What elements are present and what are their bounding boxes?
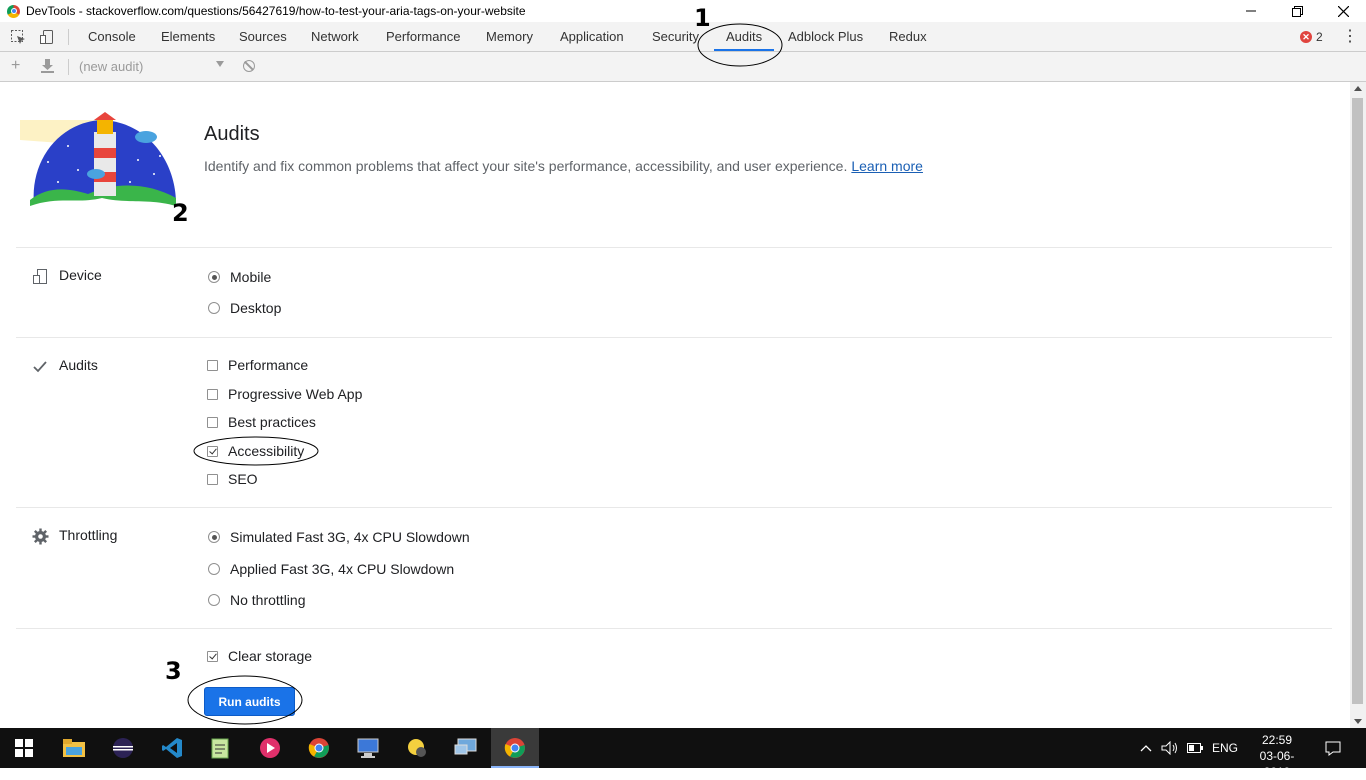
eclipse-icon [113,738,133,758]
close-icon [1337,5,1349,17]
taskbar-chrome[interactable] [295,728,343,768]
tab-memory[interactable]: Memory [486,22,533,51]
download-report-icon[interactable] [41,59,54,77]
tab-performance[interactable]: Performance [386,22,460,51]
taskbar-chrome-active[interactable] [491,728,539,768]
vscode-icon [162,738,182,758]
scroll-up-icon[interactable] [1354,86,1362,91]
error-count-badge[interactable]: ✕ 2 [1300,30,1323,44]
vertical-scrollbar[interactable] [1350,82,1366,728]
windows-taskbar: ENG 22:59 03-06-2019 [0,728,1366,779]
action-center-button[interactable] [1325,728,1341,768]
folder-icon [63,739,85,757]
chrome-icon [7,4,20,18]
run-button-annotation-circle [187,675,303,725]
more-options-icon[interactable]: ⋮ [1342,28,1358,46]
error-count: 2 [1316,30,1323,44]
taskbar-network-app[interactable] [344,728,392,768]
minimize-button[interactable] [1228,0,1274,22]
tab-console[interactable]: Console [88,22,136,51]
window-titlebar: DevTools - stackoverflow.com/questions/5… [0,0,1366,22]
annotation-number: 1 [694,4,711,32]
clock-date: 03-06-2019 [1259,749,1295,779]
annotation-overlay [187,436,319,725]
chevron-down-icon[interactable] [216,61,224,67]
tab-application[interactable]: Application [560,22,624,51]
tab-network[interactable]: Network [311,22,359,51]
toolbar-separator [68,29,69,45]
inspect-element-icon[interactable] [10,29,26,45]
taskbar-file-explorer[interactable] [50,728,98,768]
show-hidden-icons-button[interactable] [1140,728,1152,768]
taskbar-remote-app[interactable] [442,728,490,768]
scrollbar-thumb[interactable] [1352,98,1363,704]
error-icon: ✕ [1300,31,1312,43]
battery-icon [1187,743,1203,753]
restore-button[interactable] [1274,0,1320,22]
devtools-tabbar: Console Elements Sources Network Perform… [0,22,1366,52]
window-title: DevTools - stackoverflow.com/questions/5… [26,4,526,18]
annotation-number: 3 [165,657,182,685]
start-button[interactable] [0,728,48,768]
utility-icon [408,739,426,757]
volume-icon [1161,741,1177,755]
minimize-icon [1246,10,1256,12]
chrome-icon [308,738,329,758]
chevron-up-icon [1140,745,1152,752]
add-audit-icon[interactable]: + [11,58,20,74]
audits-toolbar: + (new audit) [0,52,1366,82]
taskbar-notepad-plus[interactable] [197,728,245,768]
taskbar-vscode[interactable] [148,728,196,768]
close-button[interactable] [1320,0,1366,22]
tab-sources[interactable]: Sources [239,22,287,51]
chrome-icon [504,738,525,758]
accessibility-annotation-circle [193,436,319,466]
notification-icon [1325,741,1341,756]
system-clock[interactable]: 22:59 03-06-2019 [1249,732,1305,780]
tab-adblock-plus[interactable]: Adblock Plus [788,22,863,51]
annotation-number: 2 [172,199,189,227]
audits-panel: Audits Identify and fix common problems … [0,82,1350,728]
tab-elements[interactable]: Elements [161,22,215,51]
scroll-down-icon[interactable] [1354,719,1362,724]
audit-select[interactable]: (new audit) [79,59,143,74]
toolbar-separator [68,59,69,75]
tab-redux[interactable]: Redux [889,22,927,51]
remote-desktop-icon [454,738,477,755]
windows-icon [15,739,33,757]
device-toolbar-icon[interactable] [39,29,55,45]
battery-button[interactable] [1187,728,1203,768]
restore-icon [1291,5,1303,17]
language-indicator[interactable]: ENG [1212,728,1238,768]
taskbar-eclipse[interactable] [99,728,147,768]
volume-button[interactable] [1161,728,1179,768]
notepad-icon [211,738,229,759]
clear-icon[interactable] [243,60,255,72]
monitor-icon [357,738,379,758]
clock-time: 22:59 [1261,733,1293,747]
taskbar-utility-app[interactable] [393,728,441,768]
play-icon [260,738,280,758]
taskbar-media-app[interactable] [246,728,294,768]
